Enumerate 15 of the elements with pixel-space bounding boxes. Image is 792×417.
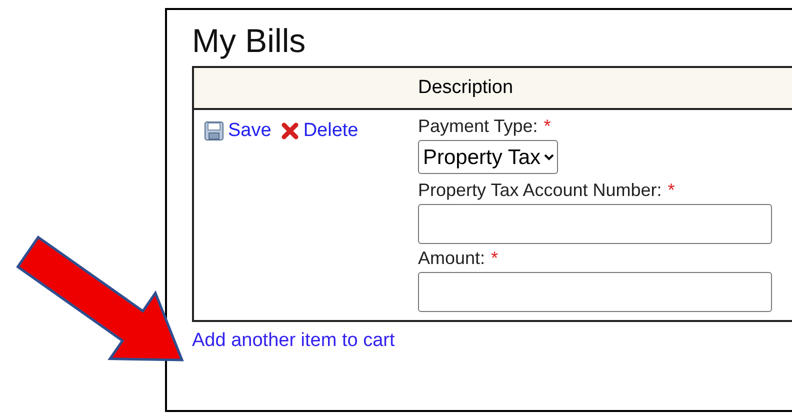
required-marker: *	[668, 180, 675, 201]
payment-type-select[interactable]: Property Tax	[418, 140, 558, 174]
add-item-link[interactable]: Add another item to cart	[192, 330, 395, 352]
input-field[interactable]	[418, 204, 772, 244]
field-label: Payment Type:	[418, 116, 538, 137]
close-icon[interactable]	[281, 122, 300, 140]
input-field[interactable]	[418, 272, 772, 312]
field-label: Property Tax Account Number:	[418, 180, 662, 201]
page-title: My Bills	[192, 22, 307, 60]
column-header: Description	[416, 67, 792, 109]
save-link[interactable]: Save	[228, 120, 272, 142]
field-label: Amount:	[418, 248, 486, 269]
required-marker: *	[491, 248, 498, 269]
required-marker: *	[544, 116, 551, 137]
delete-link[interactable]: Delete	[303, 120, 358, 142]
